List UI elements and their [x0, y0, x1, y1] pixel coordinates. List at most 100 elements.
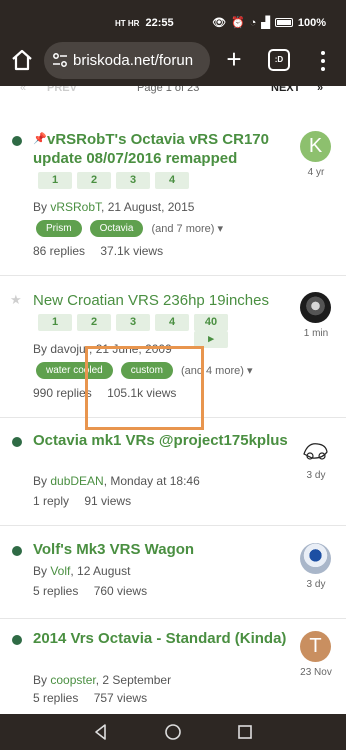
by-label: By	[33, 200, 51, 214]
thread-title[interactable]: Octavia mk1 VRs @project175kplus	[33, 431, 295, 450]
highlight-box	[85, 346, 204, 430]
page-link[interactable]: 3	[116, 172, 150, 189]
reply-count: 86 replies	[33, 244, 86, 258]
tab-switcher-button[interactable]: :D	[268, 49, 290, 71]
signal-icon: ▟	[261, 17, 270, 29]
thread-stats: 5 replies 757 views	[33, 691, 159, 705]
view-count: 37.1k views	[100, 244, 164, 258]
author-link[interactable]: davojur	[50, 342, 89, 356]
avatar[interactable]	[300, 292, 331, 323]
reply-count: 990 replies	[33, 386, 92, 400]
network-label: HT HR	[115, 19, 140, 28]
thread-pages: 1 2 3 4 40▸	[38, 314, 228, 348]
author-link[interactable]: dubDEAN	[50, 474, 103, 488]
by-label: By	[33, 673, 51, 687]
unread-indicator[interactable]	[12, 635, 22, 645]
pagination: « PREV Page 1 of 23 NEXT »	[0, 86, 346, 100]
more-tags-link[interactable]: (and 7 more) ▾	[151, 222, 223, 235]
last-post-age[interactable]: 3 dy	[291, 470, 341, 481]
author-link[interactable]: Volf	[50, 564, 70, 578]
thread-meta: By coopster, 2 September	[33, 673, 171, 687]
page-link[interactable]: 2	[77, 172, 111, 189]
author-link[interactable]: vRSRobT	[50, 200, 101, 214]
by-label: By	[33, 474, 51, 488]
thread-date: , 2 September	[95, 673, 172, 687]
star-icon[interactable]: ★	[10, 292, 22, 308]
thread-title[interactable]: 2014 Vrs Octavia - Standard (Kinda)	[33, 629, 295, 648]
status-time: HT HR 22:55	[115, 17, 174, 29]
thread-title[interactable]: Volf's Mk3 VRS Wagon	[33, 540, 295, 559]
pin-icon: 📌	[33, 133, 47, 145]
unread-indicator[interactable]	[12, 437, 22, 447]
clock: 22:55	[145, 17, 174, 29]
thread-meta: By Volf, 12 August	[33, 564, 130, 578]
system-nav-bar	[0, 714, 346, 750]
browser-toolbar: briskoda.net/forun + :D	[0, 36, 346, 86]
thread-row: Octavia mk1 VRs @project175kplus By dubD…	[0, 418, 346, 526]
status-icons: 👁 ⏰ ◔ ▟ 100%	[212, 16, 326, 30]
tag[interactable]: Octavia	[89, 220, 144, 237]
page-indicator[interactable]: Page 1 of 23	[137, 86, 199, 94]
view-count: 757 views	[93, 691, 148, 705]
thread-stats: 86 replies 37.1k views	[33, 244, 175, 258]
avatar[interactable]	[300, 434, 331, 465]
recents-icon[interactable]	[236, 723, 254, 741]
back-icon[interactable]	[92, 723, 110, 741]
page-link[interactable]: 4	[155, 172, 189, 189]
thread-meta: By vRSRobT, 21 August, 2015	[33, 200, 194, 214]
last-page-link[interactable]: »	[317, 86, 323, 94]
thread-pages: 1 2 3 4	[38, 172, 189, 189]
last-post-age[interactable]: 3 dy	[291, 579, 341, 590]
home-icon[interactable]	[10, 48, 34, 72]
author-link[interactable]: coopster	[50, 673, 95, 687]
tag[interactable]: Prism	[36, 220, 82, 237]
tag-list: Prism Octavia (and 7 more) ▾	[36, 220, 223, 237]
reply-count: 5 replies	[33, 584, 79, 598]
page-link[interactable]: 1	[38, 172, 72, 189]
page-link[interactable]: 3	[116, 314, 150, 331]
thread-title[interactable]: New Croatian VRS 236hp 19inches	[33, 291, 295, 310]
thread-date: , 21 August, 2015	[101, 200, 195, 214]
thread-meta: By dubDEAN, Monday at 18:46	[33, 474, 200, 488]
new-tab-icon[interactable]: +	[222, 46, 246, 72]
thread-title[interactable]: 📌vRSRobT's Octavia vRS CR170 update 08/0…	[33, 130, 295, 168]
reply-count: 5 replies	[33, 691, 79, 705]
last-post-age[interactable]: 4 yr	[291, 167, 341, 178]
address-bar[interactable]: briskoda.net/forun	[44, 42, 210, 79]
unread-indicator[interactable]	[12, 546, 22, 556]
reply-count: 1 reply	[33, 494, 70, 508]
by-label: By	[33, 564, 51, 578]
prev-page-link[interactable]: PREV	[47, 86, 77, 94]
thread-date: , 12 August	[70, 564, 131, 578]
dropdown-caret-icon: ▾	[217, 223, 224, 235]
page-link[interactable]: 4	[155, 314, 189, 331]
site-settings-icon[interactable]	[52, 52, 68, 68]
by-label: By	[33, 342, 51, 356]
url-text: briskoda.net/forun	[73, 52, 194, 69]
more-tags-label: (and 7 more)	[151, 223, 215, 235]
home-circle-icon[interactable]	[164, 723, 182, 741]
thread-date: , Monday at 18:46	[103, 474, 200, 488]
page-link-label: 40	[194, 314, 228, 331]
next-page-link[interactable]: NEXT	[271, 86, 300, 94]
dropdown-caret-icon: ▾	[246, 365, 253, 377]
unread-indicator[interactable]	[12, 136, 22, 146]
page-link[interactable]: 1	[38, 314, 72, 331]
status-bar: HT HR 22:55 👁 ⏰ ◔ ▟ 100%	[0, 0, 346, 36]
first-page-link[interactable]: «	[20, 86, 26, 94]
alarm-icon: ⏰	[231, 17, 245, 29]
thread-stats: 5 replies 760 views	[33, 584, 159, 598]
thread-title-text[interactable]: vRSRobT's Octavia vRS CR170 update 08/07…	[33, 131, 269, 167]
view-count: 91 views	[84, 494, 132, 508]
avatar[interactable]	[300, 543, 331, 574]
thread-row: Volf's Mk3 VRS Wagon By Volf, 12 August …	[0, 526, 346, 619]
avatar[interactable]: T	[300, 631, 331, 662]
page-link-last[interactable]: 40▸	[194, 314, 228, 348]
last-post-age[interactable]: 23 Nov	[291, 667, 341, 678]
last-post-age[interactable]: 1 min	[291, 328, 341, 339]
more-menu-icon[interactable]	[318, 49, 328, 73]
battery-icon	[274, 18, 293, 27]
wifi-icon: ◔	[249, 16, 257, 29]
avatar[interactable]: K	[300, 131, 331, 162]
page-link[interactable]: 2	[77, 314, 111, 331]
